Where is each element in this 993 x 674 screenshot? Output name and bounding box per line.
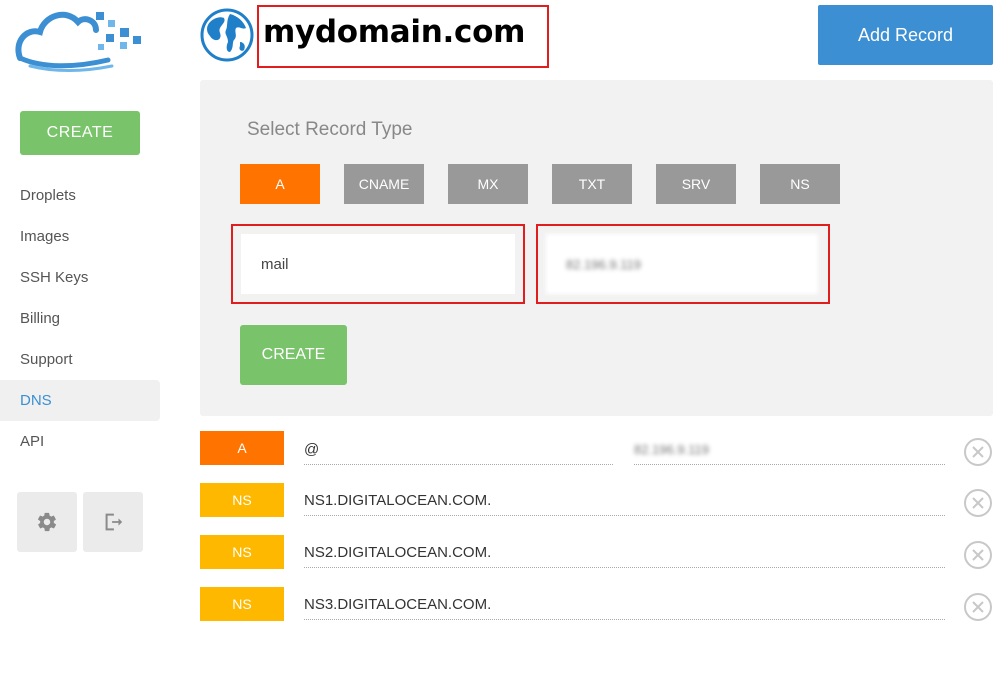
- sidebar-item-droplets[interactable]: Droplets: [0, 175, 160, 216]
- ip-address-input[interactable]: [546, 234, 818, 294]
- record-type-a-button[interactable]: A: [240, 164, 320, 204]
- gear-icon: [37, 512, 57, 532]
- record-name-field[interactable]: @: [304, 436, 613, 465]
- sidebar-item-ssh-keys[interactable]: SSH Keys: [0, 257, 160, 298]
- record-type-cname-button[interactable]: CNAME: [344, 164, 424, 204]
- sidebar-create-button[interactable]: CREATE: [20, 111, 140, 155]
- record-type-badge[interactable]: NS: [200, 587, 284, 621]
- hostname-input[interactable]: [241, 234, 515, 294]
- logout-icon: [105, 513, 123, 531]
- sidebar-item-dns[interactable]: DNS: [0, 380, 160, 421]
- close-icon: [972, 601, 984, 613]
- record-type-txt-button[interactable]: TXT: [552, 164, 632, 204]
- globe-icon: [200, 8, 254, 62]
- create-record-button[interactable]: CREATE: [240, 325, 347, 385]
- record-value-field[interactable]: 82.196.9.119: [634, 436, 945, 465]
- record-value-text: 82.196.9.119: [634, 442, 709, 457]
- record-type-badge[interactable]: A: [200, 431, 284, 465]
- delete-record-button[interactable]: [964, 593, 992, 621]
- close-icon: [972, 446, 984, 458]
- record-name-field[interactable]: NS3.DIGITALOCEAN.COM.: [304, 591, 945, 620]
- sidebar-item-images[interactable]: Images: [0, 216, 160, 257]
- add-record-button[interactable]: Add Record: [818, 5, 993, 65]
- close-icon: [972, 497, 984, 509]
- record-type-ns-button[interactable]: NS: [760, 164, 840, 204]
- delete-record-button[interactable]: [964, 489, 992, 517]
- record-name-field[interactable]: NS2.DIGITALOCEAN.COM.: [304, 539, 945, 568]
- record-type-srv-button[interactable]: SRV: [656, 164, 736, 204]
- record-type-mx-button[interactable]: MX: [448, 164, 528, 204]
- cloud-logo-icon[interactable]: [12, 2, 147, 74]
- delete-record-button[interactable]: [964, 438, 992, 466]
- domain-title: mydomain.com: [263, 14, 526, 50]
- sidebar-item-billing[interactable]: Billing: [0, 298, 160, 339]
- record-type-badge[interactable]: NS: [200, 483, 284, 517]
- sidebar-item-support[interactable]: Support: [0, 339, 160, 380]
- delete-record-button[interactable]: [964, 541, 992, 569]
- sidebar-nav: Droplets Images SSH Keys Billing Support…: [0, 175, 160, 462]
- logout-button[interactable]: [83, 492, 143, 552]
- record-name-field[interactable]: NS1.DIGITALOCEAN.COM.: [304, 487, 945, 516]
- settings-button[interactable]: [17, 492, 77, 552]
- close-icon: [972, 549, 984, 561]
- sidebar-item-api[interactable]: API: [0, 421, 160, 462]
- record-type-badge[interactable]: NS: [200, 535, 284, 569]
- select-record-type-title: Select Record Type: [247, 119, 413, 140]
